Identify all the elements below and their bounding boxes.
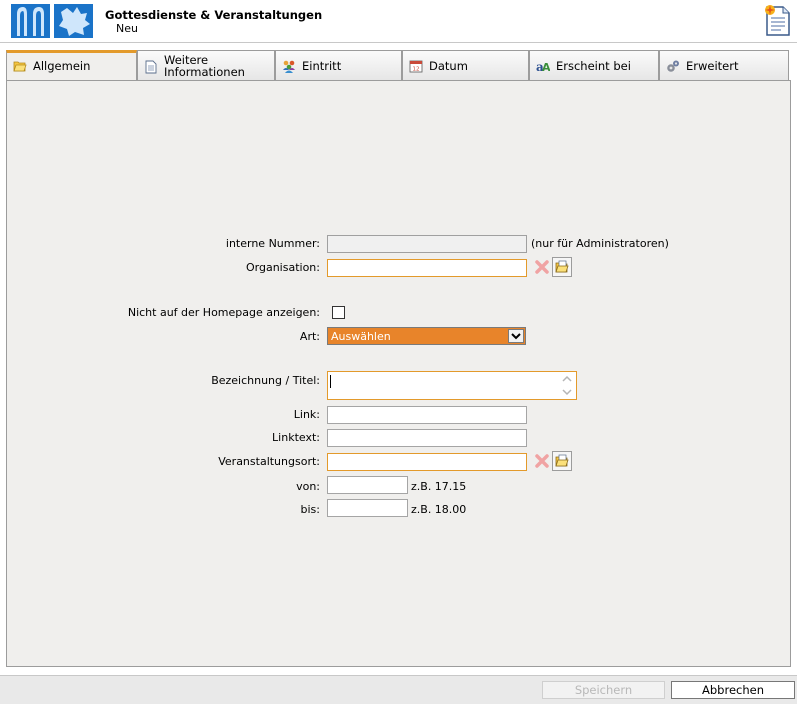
veranstaltungsort-input[interactable] (327, 453, 527, 471)
von-label: von: (296, 480, 320, 493)
svg-text:A: A (542, 61, 550, 73)
tab-label: Allgemein (33, 59, 91, 73)
footer-bar: Speichern Abbrechen (0, 676, 797, 704)
people-icon (283, 60, 295, 73)
text-caret (330, 375, 331, 388)
tab-label: Erscheint bei (556, 59, 631, 73)
organisation-input[interactable] (327, 259, 527, 277)
von-input[interactable] (327, 476, 408, 494)
tab-label: Datum (429, 59, 468, 73)
tab-allgemein[interactable]: Allgemein (6, 50, 137, 82)
art-selected-value: Auswählen (331, 330, 391, 343)
bis-input[interactable] (327, 499, 408, 517)
bezeichnung-textarea[interactable] (327, 371, 577, 400)
tab-label: Erweitert (686, 59, 739, 73)
calendar-icon: 12 (409, 60, 423, 73)
art-label: Art: (299, 330, 320, 343)
organisation-browse-button[interactable] (552, 257, 572, 277)
von-hint: z.B. 17.15 (411, 480, 467, 493)
scroll-up-icon[interactable] (561, 374, 573, 384)
nicht-homepage-checkbox[interactable] (332, 306, 345, 319)
link-label: Link: (293, 408, 320, 421)
app-subtitle: Neu (116, 22, 138, 35)
svg-text:12: 12 (413, 67, 420, 73)
veranstaltungsort-browse-button[interactable] (552, 451, 572, 471)
veranstaltungsort-label: Veranstaltungsort: (218, 455, 320, 468)
save-button[interactable]: Speichern (542, 681, 665, 699)
cancel-button[interactable]: Abbrechen (671, 681, 795, 699)
interne-nummer-label: interne Nummer: (225, 237, 320, 250)
tab-datum[interactable]: 12 Datum (402, 50, 529, 80)
veranstaltungsort-clear-icon[interactable] (532, 451, 552, 471)
art-select[interactable]: Auswählen (327, 327, 526, 345)
nicht-homepage-label: Nicht auf der Homepage anzeigen: (127, 306, 320, 319)
tab-label: Eintritt (302, 59, 342, 73)
interne-nummer-hint: (nur für Administratoren) (531, 237, 669, 250)
folder-browse-icon (555, 260, 569, 273)
bezeichnung-label: Bezeichnung / Titel: (211, 374, 320, 387)
gears-icon (667, 60, 679, 72)
tab-weitere-informationen[interactable]: Weitere Informationen (137, 50, 275, 80)
tab-erscheint-bei[interactable]: a A Erscheint bei (529, 50, 659, 80)
document-icon (145, 60, 157, 74)
tab-erweitert[interactable]: Erweitert (659, 50, 789, 80)
app-logo (11, 4, 93, 38)
new-document-icon[interactable] (764, 4, 792, 37)
chevron-down-icon (511, 333, 521, 340)
bis-hint: z.B. 18.00 (411, 503, 467, 516)
scroll-down-icon[interactable] (561, 387, 573, 397)
organisation-label: Organisation: (246, 261, 320, 274)
app-title: Gottesdienste & Veranstaltungen (105, 8, 323, 22)
tab-eintritt[interactable]: Eintritt (275, 50, 402, 80)
app-header: Gottesdienste & Veranstaltungen Neu (0, 0, 797, 42)
content-panel: interne Nummer: (nur für Administratoren… (6, 80, 791, 667)
bis-label: bis: (300, 503, 320, 516)
folder-browse-icon (555, 454, 569, 467)
tab-label: Weitere Informationen (164, 53, 245, 79)
interne-nummer-input (327, 235, 527, 253)
font-icon: a A (536, 60, 550, 73)
linktext-input[interactable] (327, 429, 527, 447)
linktext-label: Linktext: (272, 431, 320, 444)
header-divider (0, 42, 797, 43)
folder-icon (13, 61, 27, 72)
link-input[interactable] (327, 406, 527, 424)
organisation-clear-icon[interactable] (532, 257, 552, 277)
art-dropdown-button[interactable] (508, 329, 524, 343)
